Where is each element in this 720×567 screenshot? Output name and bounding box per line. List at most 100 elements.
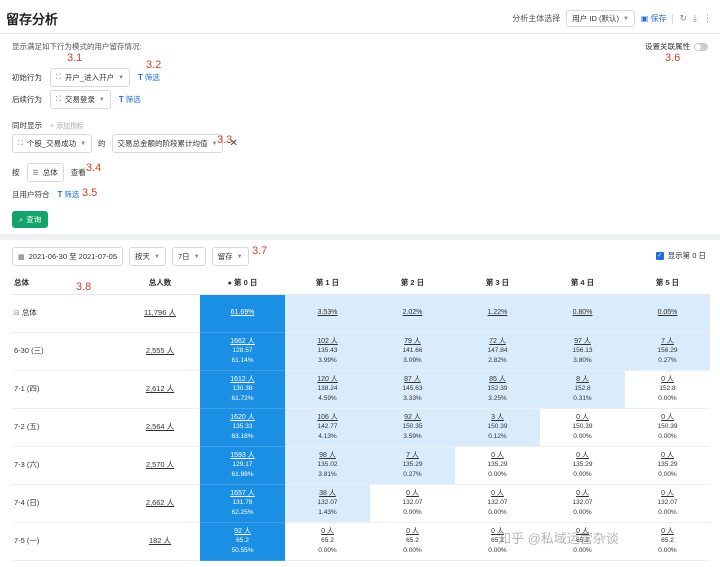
row-total-link[interactable]: 2,662 人: [146, 498, 174, 507]
col-header-day2[interactable]: 第 2 日: [370, 272, 455, 295]
row-total-cell[interactable]: 11,796 人: [120, 294, 200, 333]
link-attr-setting[interactable]: 设置关联属性: [645, 41, 708, 52]
more-icon[interactable]: ⋮: [703, 13, 712, 24]
retention-rate[interactable]: 61.69%: [231, 309, 255, 316]
retention-cell[interactable]: 0 人 135.29 0.00%: [540, 446, 625, 485]
retention-cell[interactable]: 0 人 135.29 0.00%: [455, 446, 540, 485]
row-total-link[interactable]: 2,564 人: [146, 422, 174, 431]
row-total-link[interactable]: 2,612 人: [146, 384, 174, 393]
retention-cell[interactable]: 102 人 135.43 3.99%: [285, 332, 370, 371]
time-unit-select[interactable]: 按天 ▼: [129, 247, 166, 266]
row-total-link[interactable]: 11,796 人: [144, 308, 176, 317]
col-header-day0[interactable]: ● 第 0 日: [200, 272, 285, 295]
retention-users[interactable]: 85 人: [455, 375, 540, 385]
retention-users[interactable]: 97 人: [540, 337, 625, 347]
retention-users[interactable]: 0 人: [625, 375, 710, 385]
retention-cell[interactable]: 3 人 150.39 0.12%: [455, 408, 540, 447]
retention-users[interactable]: 1593 人: [200, 451, 285, 461]
retention-users[interactable]: 0 人: [540, 489, 625, 499]
retention-cell[interactable]: 0 人 150.39 0.00%: [540, 408, 625, 447]
retention-cell[interactable]: 0 人 135.29 0.00%: [625, 446, 710, 485]
initial-filter-link[interactable]: T 筛选: [138, 72, 160, 83]
retention-cell[interactable]: 92 人 65.2 50.55%: [200, 522, 285, 561]
retention-cell[interactable]: 8 人 152.8 0.31%: [540, 370, 625, 409]
show-day0-toggle[interactable]: ✓ 显示第 0 日: [655, 250, 706, 261]
col-header-day3[interactable]: 第 3 日: [455, 272, 540, 295]
retention-cell[interactable]: 1662 人 128.57 61.14%: [200, 332, 285, 371]
query-button[interactable]: ⌕ 查询: [12, 211, 49, 228]
retention-users[interactable]: 3 人: [455, 413, 540, 423]
col-header-day5[interactable]: 第 5 日: [625, 272, 710, 295]
retention-cell[interactable]: 0 人 150.39 0.00%: [625, 408, 710, 447]
col-header-group[interactable]: 总体: [12, 272, 120, 295]
retention-cell[interactable]: 0 人 65.2 0.00%: [625, 522, 710, 561]
retention-cell[interactable]: 0 人 132.07 0.00%: [540, 484, 625, 523]
retention-users[interactable]: 1612 人: [200, 375, 285, 385]
retention-rate[interactable]: 1.22%: [488, 309, 508, 316]
checkbox-checked-icon[interactable]: ✓: [655, 251, 664, 260]
retention-cell[interactable]: 97 人 156.13 3.80%: [540, 332, 625, 371]
user-filter-link[interactable]: T 筛选: [58, 189, 80, 200]
refresh-icon[interactable]: ↻: [679, 13, 687, 24]
retention-users[interactable]: 79 人: [370, 337, 455, 347]
retention-users[interactable]: 0 人: [455, 451, 540, 461]
retention-cell[interactable]: 0.05%: [625, 294, 710, 333]
row-total-link[interactable]: 182 人: [149, 536, 171, 545]
retention-users[interactable]: 72 人: [455, 337, 540, 347]
retention-users[interactable]: 1620 人: [200, 413, 285, 423]
retention-cell[interactable]: 79 人 141.66 3.09%: [370, 332, 455, 371]
collapse-icon[interactable]: ⊟: [14, 310, 22, 317]
return-event-select[interactable]: ⛶ 交易登录 ▼: [50, 90, 111, 109]
retention-cell[interactable]: 98 人 135.02 3.81%: [285, 446, 370, 485]
retention-cell[interactable]: 0 人 132.07 0.00%: [370, 484, 455, 523]
retention-users[interactable]: 0 人: [625, 527, 710, 537]
retention-cell[interactable]: 0 人 152.8 0.00%: [625, 370, 710, 409]
initial-event-select[interactable]: ⛶ 开户_进入开户 ▼: [50, 68, 131, 87]
retention-users[interactable]: 0 人: [455, 489, 540, 499]
retention-users[interactable]: 106 人: [285, 413, 370, 423]
simultaneous-event-select[interactable]: ⛶ 个股_交易成功 ▼: [12, 134, 93, 153]
row-total-cell[interactable]: 2,564 人: [120, 408, 200, 447]
return-filter-link[interactable]: T 筛选: [119, 94, 141, 105]
download-icon[interactable]: ⤓: [693, 13, 697, 24]
retention-users[interactable]: 0 人: [285, 527, 370, 537]
metric-select[interactable]: 交易总金额的阶段累计均值 ▼: [111, 134, 224, 153]
row-total-link[interactable]: 2,555 人: [146, 346, 174, 355]
col-header-total[interactable]: 总人数: [120, 272, 200, 295]
window-select[interactable]: 7日 ▼: [171, 247, 206, 266]
retention-cell[interactable]: 87 人 145.63 3.33%: [370, 370, 455, 409]
retention-cell[interactable]: 1.22%: [455, 294, 540, 333]
group-dimension-select[interactable]: ☰ 总体: [26, 163, 64, 182]
row-total-cell[interactable]: 2,662 人: [120, 484, 200, 523]
retention-users[interactable]: 120 人: [285, 375, 370, 385]
retention-cell[interactable]: 1620 人 135.33 63.18%: [200, 408, 285, 447]
row-total-cell[interactable]: 2,612 人: [120, 370, 200, 409]
retention-rate[interactable]: 0.80%: [573, 309, 593, 316]
retention-users[interactable]: 102 人: [285, 337, 370, 347]
retention-users[interactable]: 7 人: [625, 337, 710, 347]
date-range-picker[interactable]: ▦ 2021-06-30 至 2021-07-05: [12, 247, 124, 266]
retention-cell[interactable]: 120 人 138.24 4.59%: [285, 370, 370, 409]
retention-cell[interactable]: 3.53%: [285, 294, 370, 333]
add-metric-button[interactable]: + 添加指标: [50, 121, 84, 131]
retention-users[interactable]: 87 人: [370, 375, 455, 385]
retention-rate[interactable]: 0.05%: [658, 309, 678, 316]
retention-users[interactable]: 0 人: [540, 451, 625, 461]
row-total-cell[interactable]: 2,555 人: [120, 332, 200, 371]
retention-cell[interactable]: 7 人 156.29 0.27%: [625, 332, 710, 371]
retention-cell[interactable]: 1657 人 131.78 62.25%: [200, 484, 285, 523]
retention-cell[interactable]: 7 人 135.29 0.27%: [370, 446, 455, 485]
retention-cell[interactable]: 0.80%: [540, 294, 625, 333]
retention-cell[interactable]: 0 人 132.07 0.00%: [455, 484, 540, 523]
retention-users[interactable]: 0 人: [540, 413, 625, 423]
link-attr-toggle[interactable]: [694, 42, 708, 51]
retention-users[interactable]: 0 人: [370, 527, 455, 537]
retention-users[interactable]: 38 人: [285, 489, 370, 499]
retention-users[interactable]: 0 人: [370, 489, 455, 499]
subject-select[interactable]: 用户 ID (默认) ▼: [566, 10, 635, 27]
retention-users[interactable]: 8 人: [540, 375, 625, 385]
retention-cell[interactable]: 85 人 152.39 3.25%: [455, 370, 540, 409]
retention-cell[interactable]: 61.69%: [200, 294, 285, 333]
retention-cell[interactable]: 1612 人 130.38 61.72%: [200, 370, 285, 409]
retention-users[interactable]: 7 人: [370, 451, 455, 461]
